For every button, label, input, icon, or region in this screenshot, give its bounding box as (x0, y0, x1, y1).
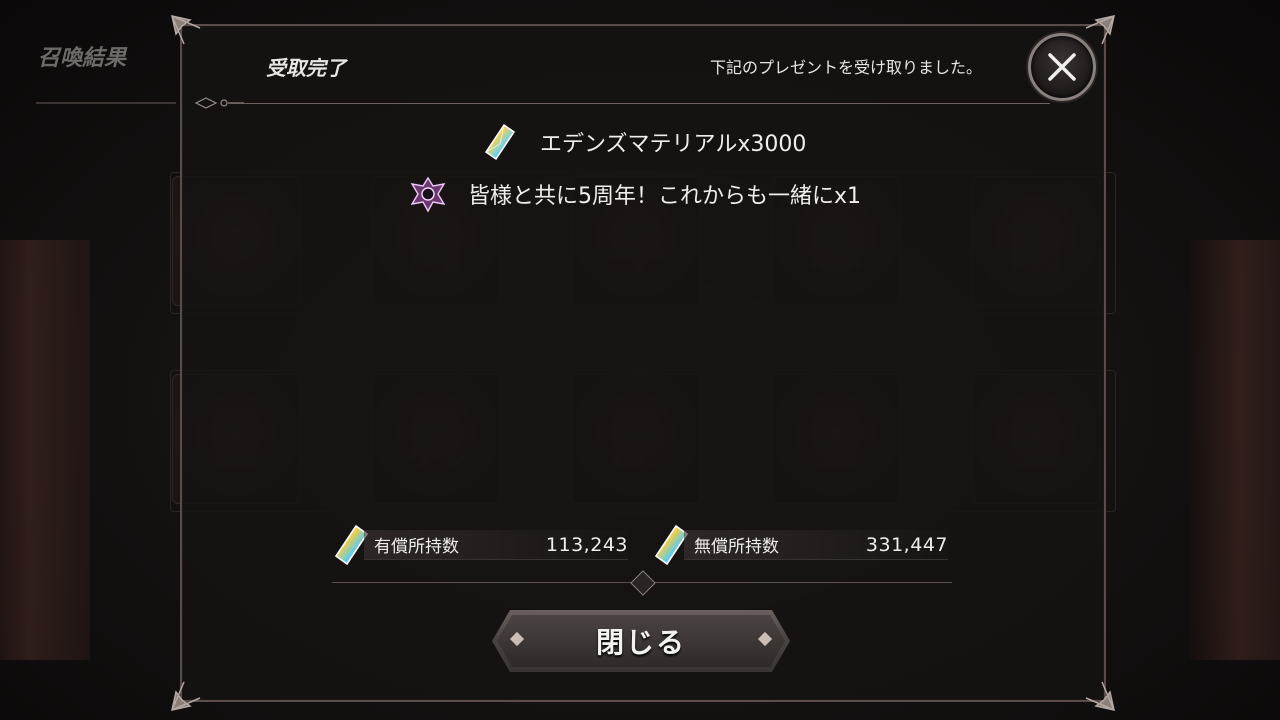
left-pillar (0, 240, 90, 660)
dialog-message: 下記のプレゼントを受け取りました。 (709, 58, 982, 77)
corner-ornament-icon (170, 678, 204, 712)
footer-divider (332, 570, 952, 596)
free-currency-value: 331,447 (865, 533, 948, 556)
reward-item: エデンズマテリアルx3000 (478, 120, 806, 164)
close-x-button[interactable] (1028, 33, 1096, 101)
divider-gem-icon (630, 570, 656, 596)
background-title-rule (36, 86, 176, 104)
right-pillar (1190, 240, 1280, 660)
paid-currency-label: 有償所持数 (374, 537, 459, 557)
anniversary-emblem-icon (406, 172, 450, 216)
close-x-icon (1048, 53, 1076, 81)
reward-item: 皆様と共に5周年！これからも一緒にx1 (406, 172, 861, 216)
corner-ornament-icon (1082, 14, 1116, 48)
reward-text: 皆様と共に5周年！これからも一緒にx1 (468, 184, 862, 209)
reward-text: エデンズマテリアルx3000 (540, 132, 807, 157)
dialog-title: 受取完了 (266, 56, 346, 80)
corner-ornament-icon (1082, 678, 1116, 712)
paid-currency-value: 113,243 (545, 533, 628, 556)
paid-currency-display: 有償所持数 113,243 (332, 524, 628, 566)
close-button[interactable]: 閉じる (492, 610, 790, 672)
free-currency-label: 無償所持数 (694, 537, 779, 557)
free-currency-display: 無償所持数 331,447 (652, 524, 948, 566)
eden-material-crystal-icon (478, 120, 522, 164)
corner-ornament-icon (170, 14, 204, 48)
close-button-label: 閉じる (595, 626, 686, 659)
background-title: 召喚結果 (38, 46, 127, 71)
receive-complete-dialog: 受取完了 下記のプレゼントを受け取りました。 エデンズマテリアルx3000 皆様… (171, 15, 1115, 711)
header-divider (188, 96, 1050, 110)
